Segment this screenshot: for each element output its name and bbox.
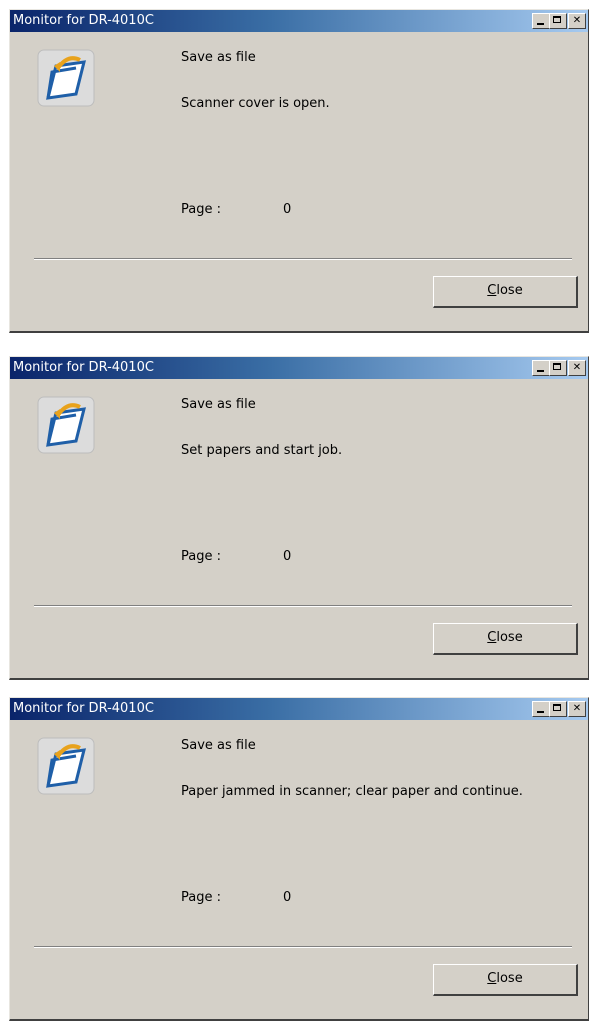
close-label: lose — [496, 971, 523, 986]
close-mnemonic: C — [487, 630, 497, 645]
window-title: Monitor for DR-4010C — [13, 13, 154, 28]
page-label: Page : — [181, 202, 221, 217]
close-mnemonic: C — [487, 283, 497, 298]
window-title: Monitor for DR-4010C — [13, 360, 154, 375]
title-close-button[interactable]: ✕ — [568, 701, 586, 717]
monitor-window-2: Monitor for DR-4010C ✕ Save as file Set … — [9, 356, 589, 680]
job-label: Save as file — [181, 397, 256, 412]
close-button[interactable]: Close — [433, 623, 578, 655]
close-mnemonic: C — [487, 971, 497, 986]
monitor-window-3: Monitor for DR-4010C ✕ Save as file Pape… — [9, 697, 589, 1021]
page-label: Page : — [181, 890, 221, 905]
separator — [34, 258, 572, 260]
minimize-button[interactable] — [532, 701, 550, 717]
close-label: lose — [496, 283, 523, 298]
minimize-button[interactable] — [532, 360, 550, 376]
close-button[interactable]: Close — [433, 276, 578, 308]
separator — [34, 946, 572, 948]
separator — [34, 605, 572, 607]
close-button[interactable]: Close — [433, 964, 578, 996]
status-message: Scanner cover is open. — [181, 96, 330, 111]
job-label: Save as file — [181, 50, 256, 65]
maximize-button[interactable] — [549, 701, 567, 717]
window-title: Monitor for DR-4010C — [13, 701, 154, 716]
open-folder-icon — [37, 396, 95, 454]
maximize-button[interactable] — [549, 13, 567, 29]
title-bar[interactable]: Monitor for DR-4010C ✕ — [10, 10, 588, 32]
monitor-window-1: Monitor for DR-4010C ✕ Save as file Scan… — [9, 9, 589, 333]
maximize-button[interactable] — [549, 360, 567, 376]
title-bar[interactable]: Monitor for DR-4010C ✕ — [10, 357, 588, 379]
page-label: Page : — [181, 549, 221, 564]
open-folder-icon — [37, 49, 95, 107]
title-close-button[interactable]: ✕ — [568, 360, 586, 376]
page-count: 0 — [283, 202, 292, 217]
page-count: 0 — [283, 549, 292, 564]
status-message: Paper jammed in scanner; clear paper and… — [181, 784, 523, 799]
page-count: 0 — [283, 890, 292, 905]
minimize-button[interactable] — [532, 13, 550, 29]
title-close-button[interactable]: ✕ — [568, 13, 586, 29]
status-message: Set papers and start job. — [181, 443, 343, 458]
close-label: lose — [496, 630, 523, 645]
open-folder-icon — [37, 737, 95, 795]
title-bar[interactable]: Monitor for DR-4010C ✕ — [10, 698, 588, 720]
job-label: Save as file — [181, 738, 256, 753]
